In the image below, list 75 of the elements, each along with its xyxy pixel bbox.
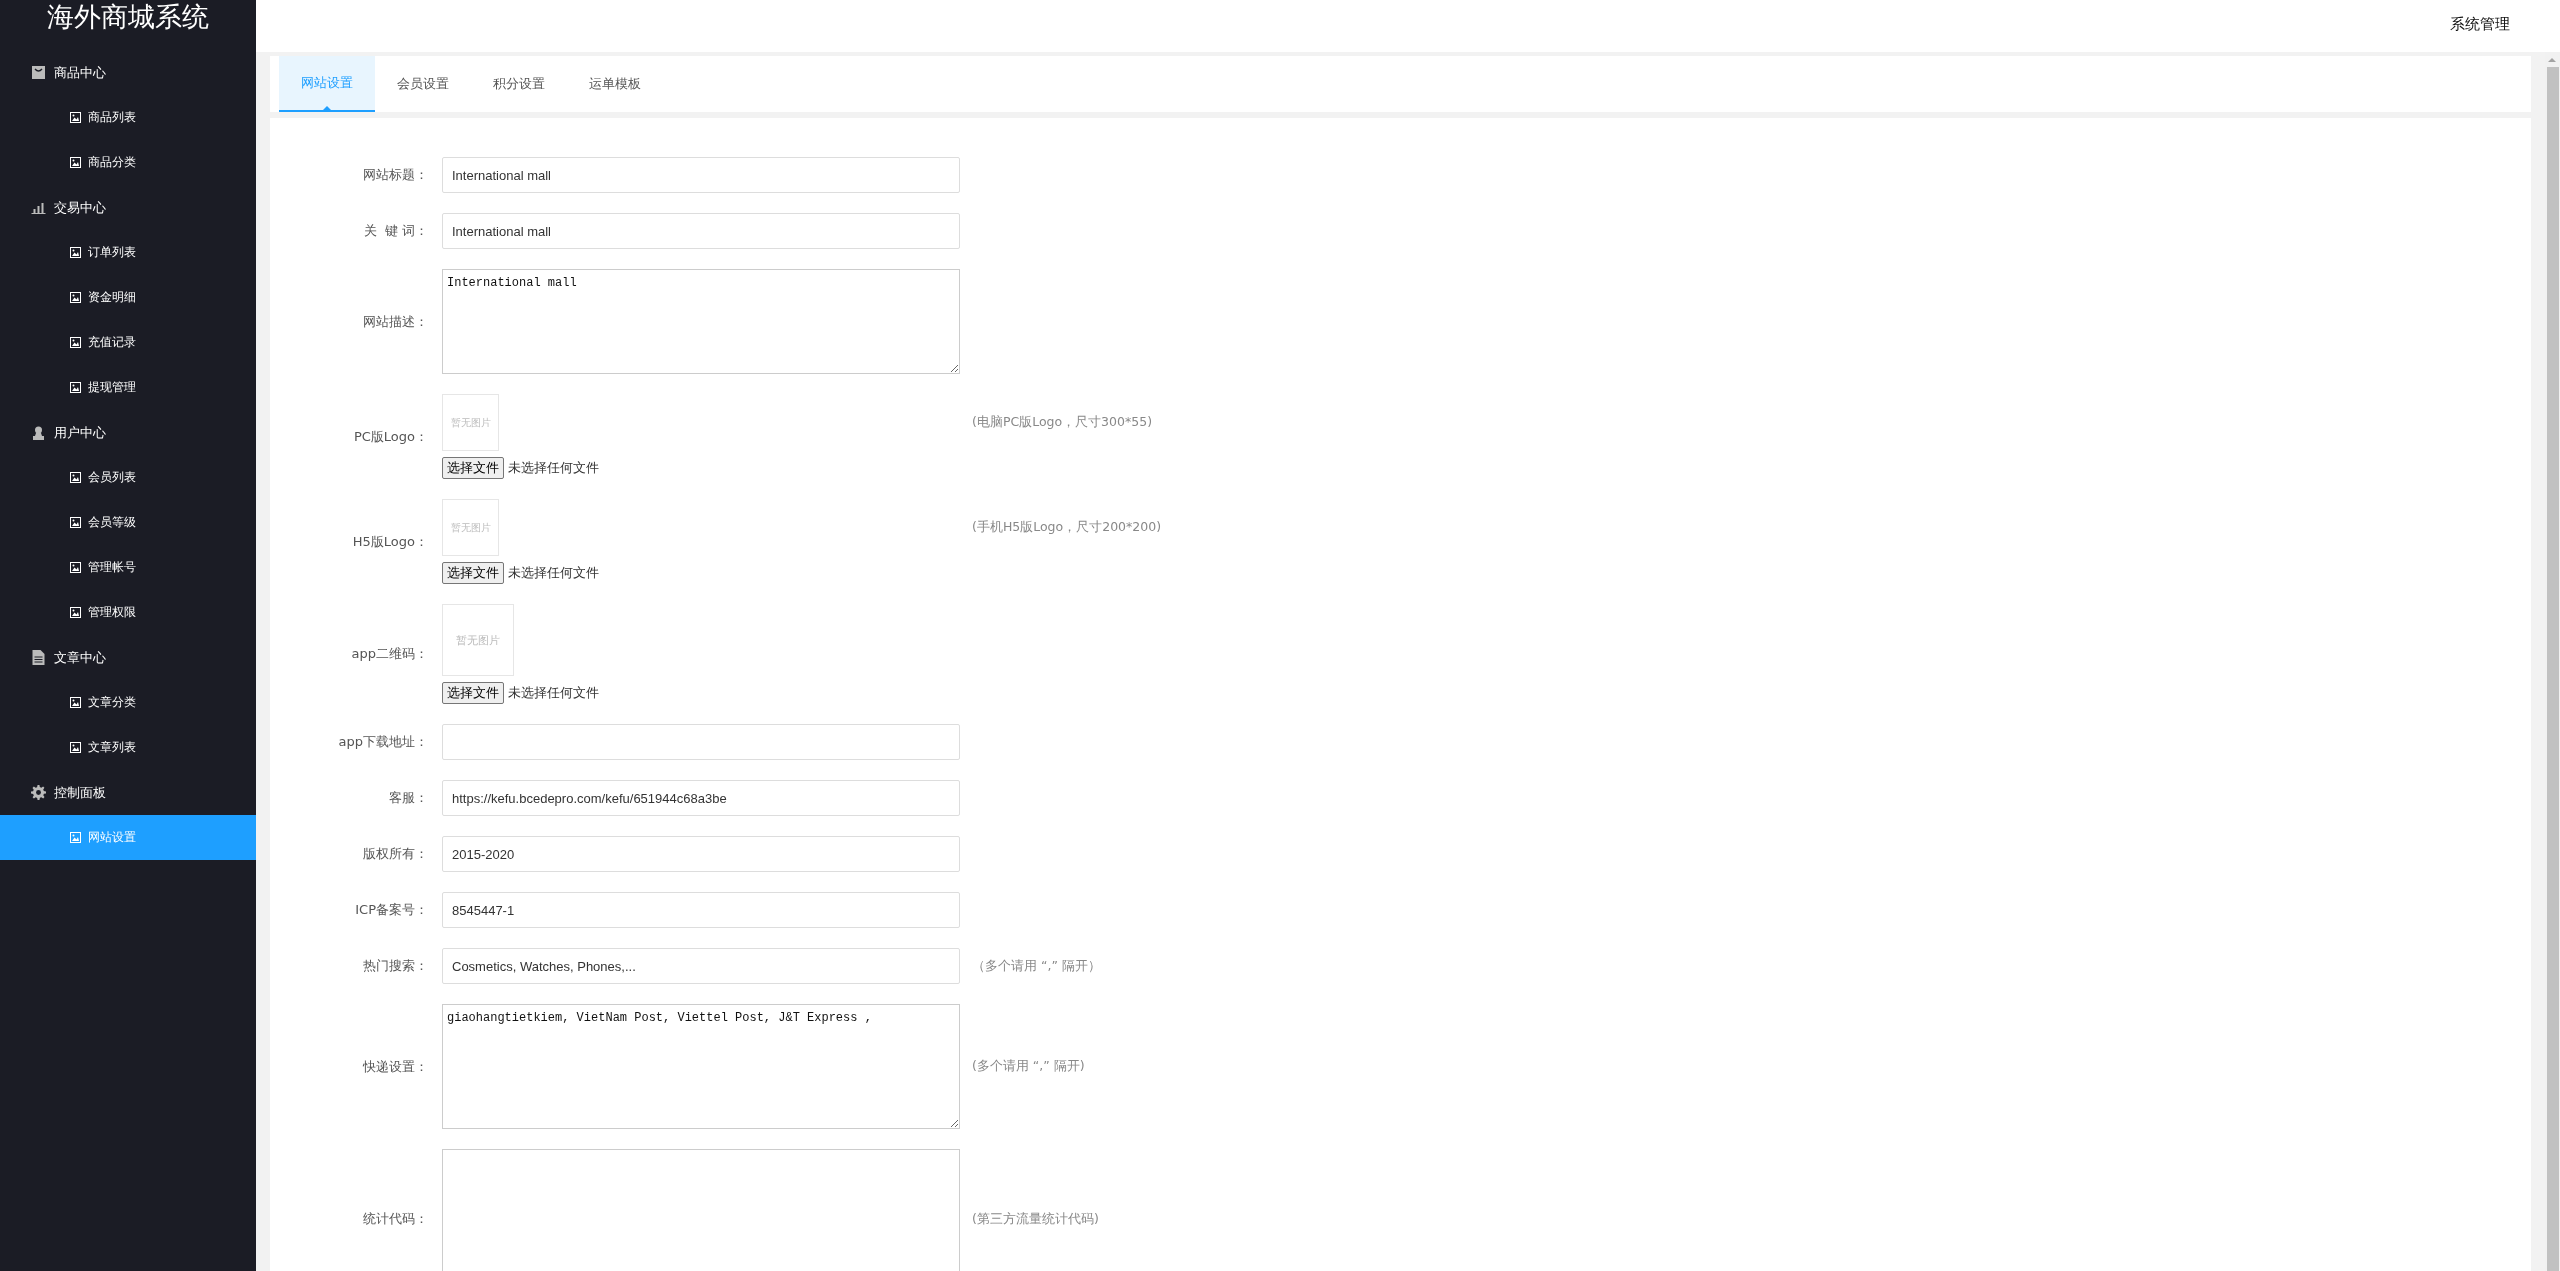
- image-icon: [70, 292, 81, 303]
- document-icon: [31, 650, 46, 665]
- menu-item[interactable]: 提现管理: [0, 365, 256, 410]
- image-icon: [70, 697, 81, 708]
- menu-group[interactable]: 商品中心: [0, 50, 256, 95]
- file-status: 未选择任何文件: [508, 459, 599, 477]
- field-hint: (电脑PC版Logo，尺寸300*55): [972, 414, 1152, 431]
- text-area[interactable]: [442, 1149, 960, 1271]
- text-area[interactable]: giaohangtietkiem, VietNam Post, Viettel Post, J&T Express ,: [442, 1004, 960, 1129]
- field-hint: (第三方流量统计代码): [972, 1210, 1099, 1228]
- image-icon: [70, 337, 81, 348]
- field-label: 网站标题：: [362, 166, 429, 184]
- menu-item[interactable]: 充值记录: [0, 320, 256, 365]
- input-field[interactable]: Cosmetics, Watches, Phones,...: [442, 948, 960, 984]
- menu-item[interactable]: 商品列表: [0, 95, 256, 140]
- bag-icon: [31, 66, 46, 79]
- choose-file-button[interactable]: 选择文件: [442, 562, 504, 584]
- image-icon: [70, 112, 81, 123]
- image-icon: [70, 382, 81, 393]
- menu-group[interactable]: 文章中心: [0, 635, 256, 680]
- image-icon: [70, 832, 81, 843]
- placeholder-text: 暂无图片: [456, 632, 500, 648]
- field-label: 客服：: [388, 789, 429, 807]
- field-label: 关 键 词：: [362, 222, 429, 240]
- menu-group[interactable]: 控制面板: [0, 770, 256, 815]
- field-label: app二维码：: [350, 645, 429, 663]
- menu-item[interactable]: 订单列表: [0, 230, 256, 275]
- user-menu[interactable]: 系统管理: [2450, 14, 2510, 34]
- file-status: 未选择任何文件: [508, 684, 599, 702]
- menu-group[interactable]: 交易中心: [0, 185, 256, 230]
- image-icon: [70, 607, 81, 618]
- image-icon: [70, 472, 81, 483]
- input-field[interactable]: International mall: [442, 213, 960, 249]
- field-label: 统计代码：: [362, 1210, 429, 1228]
- field-hint: (多个请用 “,” 隔开): [972, 1058, 1085, 1075]
- image-icon: [70, 157, 81, 168]
- field-label: ICP备案号：: [354, 901, 429, 919]
- input-field[interactable]: https://kefu.bcedepro.com/kefu/651944c68a3be: [442, 780, 960, 816]
- image-icon: [70, 247, 81, 258]
- input-field[interactable]: 2015-2020: [442, 836, 960, 872]
- field-label: 版权所有：: [362, 845, 429, 863]
- field-label: 网站描述：: [362, 312, 429, 331]
- input-field[interactable]: [442, 724, 960, 760]
- choose-file-button[interactable]: 选择文件: [442, 682, 504, 704]
- choose-file-button[interactable]: 选择文件: [442, 457, 504, 479]
- menu-item[interactable]: 会员列表: [0, 455, 256, 500]
- image-icon: [70, 742, 81, 753]
- field-label: app下载地址：: [337, 733, 429, 751]
- menu-item[interactable]: 管理帐号: [0, 545, 256, 590]
- user-icon: [31, 425, 46, 440]
- input-field[interactable]: International mall: [442, 157, 960, 193]
- image-icon: [70, 517, 81, 528]
- input-field[interactable]: 8545447-1: [442, 892, 960, 928]
- menu-group[interactable]: 用户中心: [0, 410, 256, 455]
- field-label: 快递设置：: [362, 1057, 429, 1076]
- field-label: PC版Logo：: [352, 427, 429, 446]
- gear-icon: [31, 785, 46, 800]
- tab[interactable]: 运单模板: [567, 56, 663, 112]
- menu-item[interactable]: 会员等级: [0, 500, 256, 545]
- menu-item[interactable]: 管理权限: [0, 590, 256, 635]
- image-icon: [70, 562, 81, 573]
- field-label: H5版Logo：: [351, 532, 429, 551]
- field-hint: （多个请用 “,” 隔开）: [972, 957, 1101, 975]
- menu-item[interactable]: 商品分类: [0, 140, 256, 185]
- field-label: 热门搜索：: [362, 957, 429, 975]
- menu-item[interactable]: 文章列表: [0, 725, 256, 770]
- menu-item[interactable]: 文章分类: [0, 680, 256, 725]
- tab[interactable]: 积分设置: [471, 56, 567, 112]
- field-hint: (手机H5版Logo，尺寸200*200): [972, 519, 1162, 536]
- tab[interactable]: 会员设置: [375, 56, 471, 112]
- text-area[interactable]: International mall: [442, 269, 960, 374]
- menu-item[interactable]: 资金明细: [0, 275, 256, 320]
- bar-chart-icon: [31, 201, 46, 214]
- app-title: 海外商城系统: [47, 0, 209, 34]
- file-status: 未选择任何文件: [508, 564, 599, 582]
